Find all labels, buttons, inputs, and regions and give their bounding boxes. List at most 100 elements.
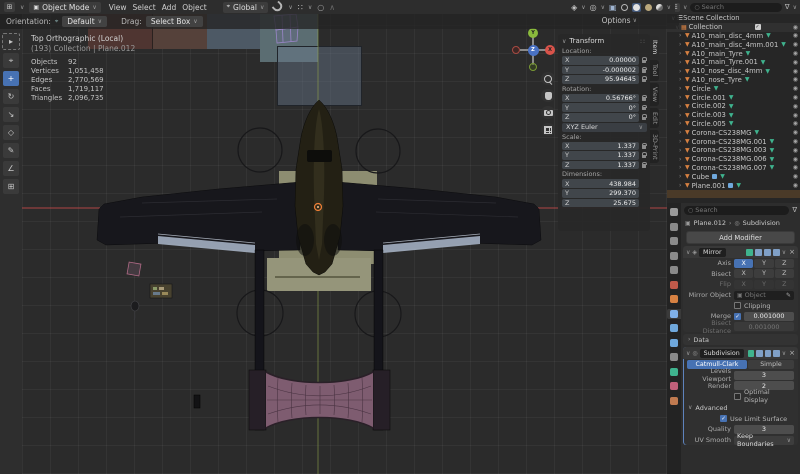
sidebar-tab-edit[interactable]: Edit: [650, 108, 659, 128]
gizmo-x-neg-axis[interactable]: [512, 46, 520, 54]
uv-smooth-dropdown[interactable]: Keep Boundaries ∨: [734, 436, 794, 445]
outliner-row[interactable]: ›▼Circle.001▼◉: [667, 93, 800, 102]
snap-caret[interactable]: ∨: [288, 4, 292, 11]
aircraft-model[interactable]: [97, 100, 541, 430]
object-name[interactable]: Circle.005: [692, 120, 726, 128]
display-viewport-icon[interactable]: [765, 350, 771, 357]
viewport-3d[interactable]: Top Orthographic (Local) (193) Collectio…: [22, 14, 667, 474]
scale-y-field[interactable]: Y1.337: [562, 151, 639, 160]
sidebar-tab-tool[interactable]: Tool: [650, 60, 659, 80]
object-name[interactable]: Circle.002: [692, 102, 726, 110]
use-limit-surface-checkbox[interactable]: ✓: [720, 415, 727, 422]
eye-icon[interactable]: ◉: [793, 138, 798, 145]
outliner-row[interactable]: ›▼Corona-CS238MG.006▼◉: [667, 155, 800, 164]
scale-x-field[interactable]: X1.337: [562, 142, 639, 151]
merge-checkbox[interactable]: ✓: [734, 313, 741, 320]
world-properties-icon[interactable]: [670, 281, 678, 289]
drag-select[interactable]: Select Box ∨: [146, 16, 203, 27]
selected-row-partial[interactable]: [667, 190, 800, 198]
ortho-toggle-button[interactable]: [541, 123, 555, 136]
lock-icon[interactable]: [642, 97, 646, 100]
object-name[interactable]: A10_main_disc_4mm.001: [692, 41, 779, 49]
eye-icon[interactable]: ◉: [793, 173, 798, 180]
location-y-field[interactable]: Y-0.000002: [562, 66, 639, 75]
display-realtime-icon[interactable]: [756, 350, 762, 357]
render-properties-icon[interactable]: [670, 223, 678, 231]
eye-icon[interactable]: ◉: [793, 85, 798, 92]
lock-icon[interactable]: [642, 107, 646, 110]
outliner-row[interactable]: ›▼Circle▼◉: [667, 84, 800, 93]
object-name[interactable]: Circle: [692, 85, 711, 93]
navigation-gizmo[interactable]: Y X Z: [511, 28, 555, 72]
lock-icon[interactable]: [642, 60, 646, 63]
orientation-select[interactable]: Default ∨: [62, 16, 107, 27]
scale-tool[interactable]: ↘: [3, 107, 19, 122]
bisect-x-button[interactable]: X: [734, 269, 753, 278]
zoom-button[interactable]: [541, 72, 555, 85]
measure-tool[interactable]: ∠: [3, 161, 19, 176]
mirror-modifier-header[interactable]: ∨ ◈ Mirror ∨ ×: [683, 246, 798, 258]
options-dropdown[interactable]: Options ∨: [602, 16, 637, 25]
material-properties-icon[interactable]: [670, 382, 678, 390]
object-properties-icon[interactable]: [670, 295, 678, 303]
rotation-x-field[interactable]: X0.56766°: [562, 94, 639, 103]
outliner-row[interactable]: ›▼A10_main_disc_4mm.001▼◉: [667, 40, 800, 49]
eye-icon[interactable]: ◉: [793, 94, 798, 101]
add-cube-tool[interactable]: ⊞: [3, 179, 19, 194]
eye-icon[interactable]: ◉: [793, 164, 798, 171]
outliner-row[interactable]: ›▼Corona-CS238MG.003▼◉: [667, 146, 800, 155]
lock-icon[interactable]: [642, 117, 646, 120]
gizmo-x-axis[interactable]: X: [545, 45, 555, 55]
subdivision-name-field[interactable]: Subdivision: [700, 349, 744, 358]
particles-properties-icon[interactable]: [670, 324, 678, 332]
proportional-edit-icon[interactable]: ∷: [298, 3, 303, 12]
outliner-row[interactable]: ›▼Plane.001▼◉: [667, 181, 800, 190]
transform-tool[interactable]: ◇: [3, 125, 19, 140]
remove-modifier-icon[interactable]: ×: [789, 248, 795, 256]
object-name[interactable]: A10_main_disc_4mm: [692, 32, 764, 40]
axis-y-button[interactable]: Y: [754, 259, 773, 268]
properties-search-input[interactable]: [695, 206, 785, 214]
display-realtime-icon[interactable]: [755, 249, 762, 256]
levels-viewport-field[interactable]: 3: [734, 371, 794, 380]
subdivision-modifier-header[interactable]: ∨ ◎ Subdivision ∨ ×: [683, 347, 798, 359]
object-name[interactable]: Corona-CS238MG.001: [692, 138, 767, 146]
outliner-row[interactable]: ›▼A10_main_disc_4mm▼◉: [667, 32, 800, 41]
snap-magnet-icon[interactable]: [272, 1, 285, 14]
mirror-object-field[interactable]: ▣ Object ✎: [734, 291, 794, 300]
dimensions-y-field[interactable]: Y299.370: [562, 189, 639, 198]
merge-threshold-field[interactable]: 0.001000: [744, 312, 794, 321]
outliner-row[interactable]: ›▼Circle.003▼◉: [667, 111, 800, 120]
menu-add[interactable]: Add: [159, 3, 180, 12]
pan-button[interactable]: [541, 89, 555, 102]
mode-dropdown[interactable]: ▣ Object Mode ∨: [29, 2, 100, 13]
shading-solid-active[interactable]: [632, 3, 641, 12]
outliner-row[interactable]: ›▼A10_main_Tyre▼◉: [667, 49, 800, 58]
object-name[interactable]: Corona-CS238MG.003: [692, 146, 767, 154]
lock-icon[interactable]: [642, 145, 646, 148]
remove-modifier-icon[interactable]: ×: [789, 349, 795, 357]
eye-icon[interactable]: ◉: [793, 59, 798, 66]
shading-rendered-icon[interactable]: [656, 4, 663, 11]
texture-properties-icon[interactable]: [670, 397, 678, 405]
object-name[interactable]: Circle.001: [692, 94, 726, 102]
scene-properties-icon[interactable]: [670, 266, 678, 274]
proportional-circle-icon[interactable]: ○: [317, 3, 324, 12]
eye-icon[interactable]: ◉: [793, 50, 798, 57]
show-overlays-icon[interactable]: ◎: [590, 3, 597, 12]
show-gizmo-icon[interactable]: ◈: [571, 3, 577, 12]
menu-select[interactable]: Select: [130, 3, 159, 12]
modifiers-properties-icon[interactable]: [670, 310, 678, 318]
outliner-search-input[interactable]: [702, 3, 778, 11]
object-name[interactable]: Plane.001: [692, 182, 726, 190]
outliner-row[interactable]: ›▼A10_main_Tyre.001▼◉: [667, 58, 800, 67]
eyedropper-icon[interactable]: ✎: [786, 292, 791, 299]
display-editmode-icon[interactable]: [746, 249, 753, 256]
eye-icon[interactable]: ◉: [793, 32, 798, 39]
rotate-tool[interactable]: ↻: [3, 89, 19, 104]
eye-icon[interactable]: ◉: [793, 156, 798, 163]
properties-filter-icon[interactable]: ∇: [792, 206, 797, 214]
outliner-row-scene-collection[interactable]: ∨☰ Scene Collection: [667, 14, 800, 23]
add-modifier-button[interactable]: Add Modifier: [686, 231, 795, 244]
eye-icon[interactable]: ◉: [793, 68, 798, 75]
